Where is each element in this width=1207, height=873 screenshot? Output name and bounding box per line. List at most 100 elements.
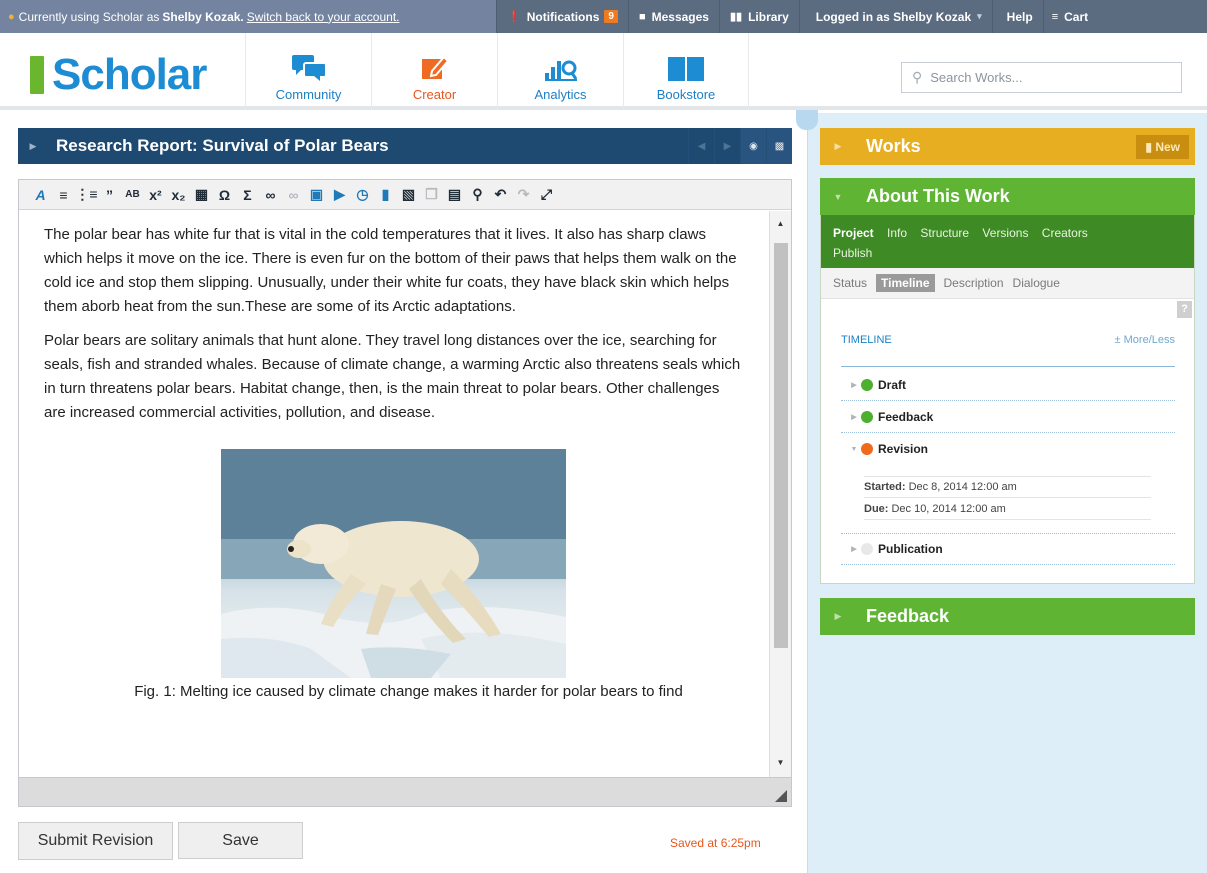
about-tabs: Project Info Structure Versions Creators… — [821, 215, 1194, 268]
save-button[interactable]: Save — [178, 822, 303, 859]
special-character-icon[interactable]: Ω — [213, 187, 236, 203]
insert-clock-icon[interactable]: ◷ — [351, 186, 374, 203]
works-panel-header[interactable]: ▶ Works ▮ New — [820, 128, 1195, 165]
chat-bubbles-icon — [291, 51, 326, 81]
nav-tab-bookstore[interactable]: Bookstore — [623, 33, 749, 110]
library-menu[interactable]: ▮▮ Library — [718, 0, 799, 33]
print-icon[interactable]: ▩ — [766, 128, 792, 164]
subscript-icon[interactable]: x₂ — [167, 187, 190, 203]
document-actions: ◀ ▶ ◉ ▩ — [688, 128, 792, 164]
timeline-header: TIMELINE ± More/Less — [841, 331, 1175, 367]
library-label: Library — [748, 9, 789, 24]
sidebar-toggle-tab[interactable] — [796, 110, 818, 130]
insert-media-icon[interactable]: ▶ — [328, 186, 351, 203]
collapse-arrow-icon[interactable]: ▶ — [18, 141, 48, 152]
tab-project[interactable]: Project — [833, 226, 874, 240]
timeline-item-revision[interactable]: ▼ Revision — [841, 433, 1175, 465]
due-label: Due: — [864, 502, 889, 515]
timeline-item-label: Revision — [878, 442, 929, 456]
document-title: Research Report: Survival of Polar Bears — [56, 136, 389, 155]
tab-publish[interactable]: Publish — [833, 246, 872, 260]
help-icon[interactable]: ? — [1177, 301, 1192, 318]
expand-arrow-icon: ▶ — [834, 141, 842, 151]
timeline-item-feedback[interactable]: ▶ Feedback — [841, 401, 1175, 433]
nav-tab-analytics[interactable]: Analytics — [497, 33, 623, 110]
notifications-count-badge: 9 — [604, 10, 618, 23]
messages-menu[interactable]: ■ Messages — [627, 0, 719, 33]
copy-format-icon[interactable]: ▧ — [397, 186, 420, 203]
revision-started: Started: Dec 8, 2014 12:00 am — [864, 476, 1151, 498]
timeline-item-publication[interactable]: ▶ Publication — [841, 533, 1175, 565]
find-icon[interactable]: ⚲ — [466, 186, 489, 203]
status-dot-icon — [861, 410, 873, 423]
timeline-item-draft[interactable]: ▶ Draft — [841, 369, 1175, 401]
search-input[interactable]: ⚲ Search Works... — [901, 62, 1182, 93]
next-arrow-icon[interactable]: ▶ — [714, 128, 740, 164]
scroll-down-arrow-icon[interactable]: ▼ — [770, 758, 791, 767]
paste-icon[interactable]: ▤ — [443, 186, 466, 203]
new-work-button[interactable]: ▮ New — [1136, 134, 1189, 159]
subtab-timeline[interactable]: Timeline — [876, 274, 935, 292]
link-icon[interactable]: ∞ — [259, 187, 282, 203]
subtab-description[interactable]: Description — [944, 276, 1004, 290]
status-dot-icon — [861, 443, 873, 455]
person-icon: ● — [8, 10, 15, 23]
resize-handle-icon[interactable] — [775, 790, 787, 802]
expand-arrow-icon: ▶ — [834, 611, 842, 621]
bulleted-list-icon[interactable]: ⋮≡ — [75, 186, 98, 203]
timeline-heading: TIMELINE — [841, 334, 892, 346]
superscript-icon[interactable]: x² — [144, 187, 167, 203]
tab-versions[interactable]: Versions — [982, 226, 1028, 240]
insert-document-icon[interactable]: ▮ — [374, 186, 397, 203]
previous-arrow-icon[interactable]: ◀ — [688, 128, 714, 164]
help-link[interactable]: Help — [991, 0, 1043, 33]
switch-back-link[interactable]: Switch back to your account. — [247, 10, 400, 24]
info-icon: ❗ — [507, 11, 521, 23]
copy-icon[interactable]: ❐ — [420, 186, 443, 203]
equation-icon[interactable]: Σ — [236, 187, 259, 203]
preview-eye-icon[interactable]: ◉ — [740, 128, 766, 164]
logged-in-label: Logged in as Shelby Kozak — [815, 9, 972, 24]
account-menu[interactable]: Logged in as Shelby Kozak ▾ — [798, 0, 992, 33]
pencil-edit-icon — [421, 51, 448, 81]
scholar-logo[interactable]: Scholar — [30, 53, 207, 97]
more-less-toggle[interactable]: ± More/Less — [1115, 334, 1175, 366]
numbered-list-icon[interactable]: ≡ — [52, 187, 75, 203]
superscript-style-icon[interactable]: AB — [121, 189, 144, 200]
editor-content[interactable]: The polar bear has white fur that is vit… — [19, 211, 769, 777]
feedback-panel-header[interactable]: ▶ Feedback — [820, 598, 1195, 635]
status-dot-icon — [861, 378, 873, 391]
feedback-title: Feedback — [866, 606, 950, 626]
blockquote-icon[interactable]: ” — [98, 187, 121, 203]
document-icon: ▮ — [1145, 139, 1156, 154]
nav-tab-creator[interactable]: Creator — [371, 33, 497, 110]
nav-tab-community[interactable]: Community — [245, 33, 371, 110]
tab-structure[interactable]: Structure — [920, 226, 969, 240]
tab-creators[interactable]: Creators — [1042, 226, 1088, 240]
table-icon[interactable]: ▦ — [190, 186, 213, 203]
scrollbar-thumb[interactable] — [774, 243, 788, 648]
about-panel-body: Project Info Structure Versions Creators… — [820, 215, 1195, 584]
notifications-menu[interactable]: ❗ Notifications 9 — [496, 0, 628, 33]
editor-scrollbar[interactable]: ▲ ▼ — [769, 211, 791, 777]
due-value: Dec 10, 2014 12:00 am — [891, 502, 1006, 515]
insert-image-icon[interactable]: ▣ — [305, 186, 328, 203]
cart-label: Cart — [1064, 9, 1089, 24]
submit-revision-button[interactable]: Submit Revision — [18, 822, 173, 860]
subtab-status[interactable]: Status — [833, 276, 867, 290]
works-title: Works — [866, 136, 921, 156]
unlink-icon[interactable]: ∞ — [282, 187, 305, 203]
timeline-item-label: Feedback — [878, 409, 934, 424]
fullscreen-icon[interactable]: ⤢ — [535, 186, 558, 203]
redo-icon[interactable]: ↷ — [512, 186, 535, 203]
subtab-dialogue[interactable]: Dialogue — [1013, 276, 1060, 290]
about-title: About This Work — [866, 186, 1010, 206]
scroll-up-arrow-icon[interactable]: ▲ — [770, 219, 791, 228]
font-style-icon[interactable]: A — [29, 187, 52, 203]
about-panel-header[interactable]: ▼ About This Work — [820, 178, 1195, 215]
undo-icon[interactable]: ↶ — [489, 186, 512, 203]
started-value: Dec 8, 2014 12:00 am — [908, 481, 1017, 493]
cart-icon: ≡ — [1051, 10, 1059, 23]
tab-info[interactable]: Info — [887, 226, 907, 240]
cart-link[interactable]: ≡ Cart — [1042, 0, 1094, 33]
